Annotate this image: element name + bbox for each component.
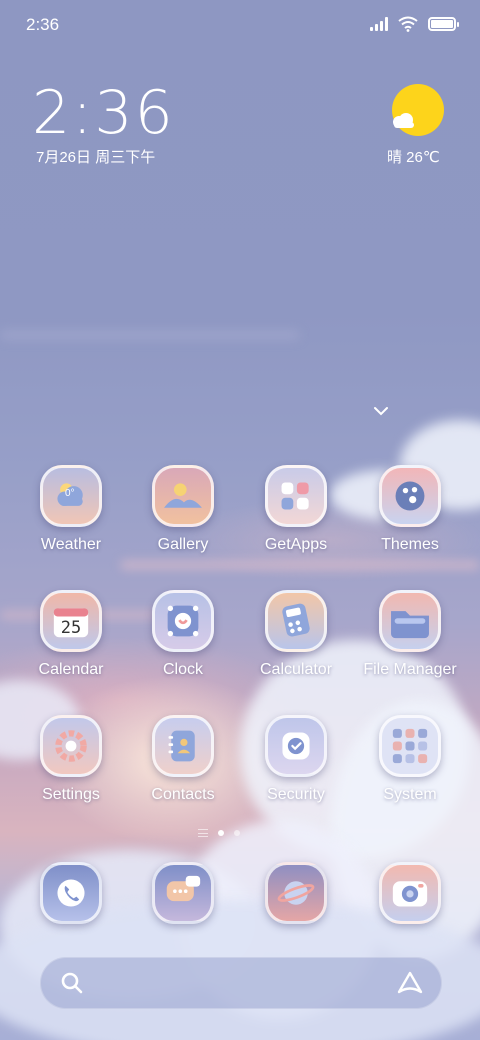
widget-time: 2:36 <box>32 78 175 148</box>
calculator-icon <box>265 590 327 652</box>
app-label: Calculator <box>259 661 333 678</box>
app-weather[interactable]: 0° Weather <box>11 465 131 554</box>
search-bar[interactable] <box>40 957 442 1009</box>
assistant-icon[interactable] <box>396 970 424 996</box>
app-getapps[interactable]: GetApps <box>236 465 356 554</box>
camera-icon <box>379 862 441 924</box>
page-dot-1 <box>218 830 224 836</box>
contacts-icon <box>152 715 214 777</box>
cloud-icon <box>393 113 414 128</box>
dock-phone[interactable] <box>11 862 131 924</box>
browser-icon <box>265 862 327 924</box>
app-security[interactable]: Security <box>236 715 356 804</box>
app-label: Calendar <box>38 661 104 678</box>
app-label: Gallery <box>157 536 209 553</box>
dock-messages[interactable] <box>123 862 243 924</box>
wifi-icon <box>398 16 418 32</box>
getapps-icon <box>265 465 327 527</box>
battery-icon <box>428 17 459 31</box>
widget-date: 7月26日 周三下午 <box>36 149 156 166</box>
clock-icon <box>152 590 214 652</box>
app-label: File Manager <box>363 661 457 678</box>
page-dot-2 <box>234 830 240 836</box>
weather-icon: 0° <box>40 465 102 527</box>
app-file-manager[interactable]: File Manager <box>350 590 470 679</box>
weather-badge: 0° <box>65 488 75 499</box>
settings-icon <box>40 715 102 777</box>
status-time: 2:36 <box>26 15 60 34</box>
app-system-folder[interactable]: System <box>350 715 470 804</box>
app-settings[interactable]: Settings <box>11 715 131 804</box>
page-indicator[interactable] <box>198 829 240 837</box>
app-label: Themes <box>381 536 439 553</box>
phone-icon <box>40 862 102 924</box>
themes-icon <box>379 465 441 527</box>
sun-icon <box>392 84 444 136</box>
app-gallery[interactable]: Gallery <box>123 465 243 554</box>
app-label: Weather <box>40 536 102 553</box>
dock-camera[interactable] <box>350 862 470 924</box>
status-bar: 2:36 <box>0 0 480 50</box>
gallery-icon <box>152 465 214 527</box>
weather-summary: 晴 26℃ <box>387 149 440 166</box>
app-clock[interactable]: Clock <box>123 590 243 679</box>
search-icon[interactable] <box>60 971 84 995</box>
app-label: Clock <box>162 661 203 678</box>
signal-icon <box>370 17 388 31</box>
app-label: Security <box>267 786 325 803</box>
app-contacts[interactable]: Contacts <box>123 715 243 804</box>
chevron-down-icon[interactable] <box>372 402 390 420</box>
app-calculator[interactable]: Calculator <box>236 590 356 679</box>
dock-browser[interactable] <box>236 862 356 924</box>
app-themes[interactable]: Themes <box>350 465 470 554</box>
system-folder-icon <box>379 715 441 777</box>
app-label: GetApps <box>264 536 328 553</box>
app-label: Settings <box>42 786 100 803</box>
calendar-badge: 25 <box>60 618 82 638</box>
app-label: System <box>383 786 437 803</box>
folder-icon <box>379 590 441 652</box>
calendar-icon: 25 <box>40 590 102 652</box>
page-list-icon <box>198 829 208 837</box>
app-calendar[interactable]: 25 Calendar <box>11 590 131 679</box>
security-icon <box>265 715 327 777</box>
messages-icon <box>152 862 214 924</box>
app-label: Contacts <box>151 786 215 803</box>
